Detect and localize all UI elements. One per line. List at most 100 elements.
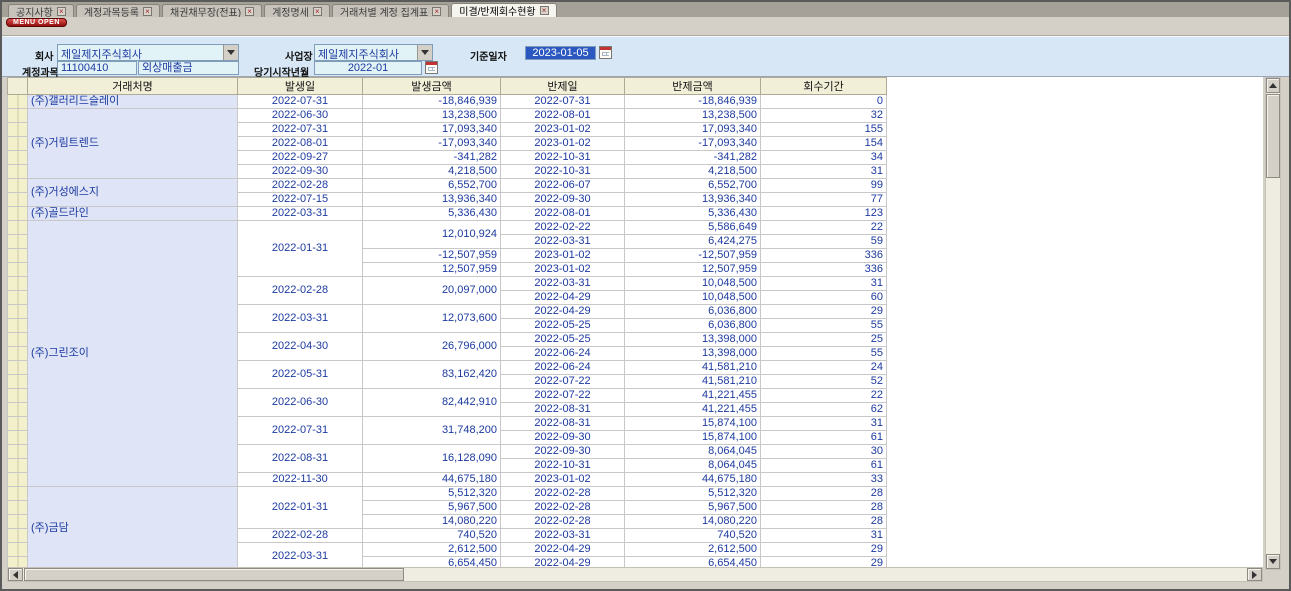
row-header-cell[interactable] [8,207,28,221]
collection-days-cell[interactable]: 32 [761,109,887,123]
row-header-cell[interactable] [8,193,28,207]
settle-date-cell[interactable]: 2022-08-01 [501,109,625,123]
settle-amount-cell[interactable]: 41,221,455 [625,389,761,403]
settle-date-cell[interactable]: 2022-10-31 [501,165,625,179]
row-header-cell[interactable] [8,361,28,375]
occur-date-cell[interactable]: 2022-06-30 [238,389,363,417]
settle-date-cell[interactable]: 2022-02-28 [501,487,625,501]
settle-amount-cell[interactable]: 41,581,210 [625,375,761,389]
row-header-cell[interactable] [8,501,28,515]
settle-date-cell[interactable]: 2022-09-30 [501,193,625,207]
row-header-cell[interactable] [8,277,28,291]
occur-date-cell[interactable]: 2022-02-28 [238,179,363,193]
row-header-cell[interactable] [8,221,28,235]
column-header-4[interactable]: 반제일 [501,78,625,95]
tab-4[interactable]: 계정명세× [264,4,330,17]
settle-amount-cell[interactable]: 15,874,100 [625,431,761,445]
occur-amount-cell[interactable]: 17,093,340 [363,123,501,137]
settle-date-cell[interactable]: 2023-01-02 [501,473,625,487]
column-header-2[interactable]: 발생일 [238,78,363,95]
tab-2[interactable]: 계정과목등록× [76,4,160,17]
row-header-cell[interactable] [8,249,28,263]
row-header-cell[interactable] [8,319,28,333]
row-header-cell[interactable] [8,123,28,137]
row-header-cell[interactable] [8,109,28,123]
settle-amount-cell[interactable]: 17,093,340 [625,123,761,137]
occur-amount-cell[interactable]: 740,520 [363,529,501,543]
settle-date-cell[interactable]: 2022-07-22 [501,375,625,389]
tab-close-icon[interactable]: × [57,7,66,16]
occur-amount-cell[interactable]: -18,846,939 [363,95,501,109]
collection-days-cell[interactable]: 34 [761,151,887,165]
collection-days-cell[interactable]: 22 [761,221,887,235]
occur-date-cell[interactable]: 2022-08-01 [238,137,363,151]
settle-amount-cell[interactable]: 8,064,045 [625,445,761,459]
collection-days-cell[interactable]: 154 [761,137,887,151]
settle-amount-cell[interactable]: 5,967,500 [625,501,761,515]
row-header-cell[interactable] [8,487,28,501]
settle-amount-cell[interactable]: 5,336,430 [625,207,761,221]
settle-date-cell[interactable]: 2022-10-31 [501,151,625,165]
row-header-cell[interactable] [8,529,28,543]
vertical-scrollbar[interactable] [1265,77,1281,570]
horizontal-scrollbar[interactable] [7,567,1263,582]
settle-date-cell[interactable]: 2022-07-22 [501,389,625,403]
row-header-cell[interactable] [8,179,28,193]
customer-cell[interactable]: (주)거림트렌드 [28,109,238,179]
row-header-cell[interactable] [8,291,28,305]
customer-cell[interactable]: (주)금담 [28,487,238,571]
settle-amount-cell[interactable]: 4,218,500 [625,165,761,179]
settle-date-cell[interactable]: 2023-01-02 [501,249,625,263]
occur-amount-cell[interactable]: 4,218,500 [363,165,501,179]
row-header-cell[interactable] [8,263,28,277]
occur-amount-cell[interactable]: -17,093,340 [363,137,501,151]
base-date-input[interactable]: 2023-01-05 [525,46,596,60]
settle-date-cell[interactable]: 2022-05-25 [501,319,625,333]
settle-date-cell[interactable]: 2022-03-31 [501,235,625,249]
settle-date-cell[interactable]: 2023-01-02 [501,123,625,137]
column-header-6[interactable]: 회수기간 [761,78,887,95]
collection-days-cell[interactable]: 31 [761,165,887,179]
collection-days-cell[interactable]: 24 [761,361,887,375]
occur-amount-cell[interactable]: -12,507,959 [363,249,501,263]
customer-cell[interactable]: (주)거성에스지 [28,179,238,207]
occur-amount-cell[interactable]: 12,010,924 [363,221,501,249]
settle-amount-cell[interactable]: 6,036,800 [625,319,761,333]
occur-date-cell[interactable]: 2022-03-31 [238,543,363,571]
scroll-right-button[interactable] [1247,568,1262,581]
column-header-3[interactable]: 발생금액 [363,78,501,95]
scroll-down-button[interactable] [1266,554,1280,569]
collection-days-cell[interactable]: 22 [761,389,887,403]
settle-amount-cell[interactable]: 740,520 [625,529,761,543]
collection-days-cell[interactable]: 0 [761,95,887,109]
collection-days-cell[interactable]: 336 [761,249,887,263]
collection-days-cell[interactable]: 31 [761,529,887,543]
settle-amount-cell[interactable]: 6,424,275 [625,235,761,249]
row-header-cell[interactable] [8,459,28,473]
row-header-cell[interactable] [8,515,28,529]
scroll-left-button[interactable] [8,568,23,581]
row-header-cell[interactable] [8,347,28,361]
occur-date-cell[interactable]: 2022-02-28 [238,529,363,543]
settle-date-cell[interactable]: 2022-04-29 [501,305,625,319]
settle-date-cell[interactable]: 2022-06-24 [501,347,625,361]
occur-amount-cell[interactable]: 6,552,700 [363,179,501,193]
occur-date-cell[interactable]: 2022-05-31 [238,361,363,389]
row-header-cell[interactable] [8,95,28,109]
collection-days-cell[interactable]: 28 [761,487,887,501]
collection-days-cell[interactable]: 62 [761,403,887,417]
occur-amount-cell[interactable]: 26,796,000 [363,333,501,361]
tab-1[interactable]: 공지사항× [8,4,74,17]
scroll-up-button[interactable] [1266,78,1280,93]
settle-amount-cell[interactable]: 2,612,500 [625,543,761,557]
tab-6[interactable]: 미결/반제회수현황× [451,3,556,17]
settle-amount-cell[interactable]: 41,221,455 [625,403,761,417]
row-header-cell[interactable] [8,403,28,417]
tab-close-icon[interactable]: × [313,7,322,16]
collection-days-cell[interactable]: 52 [761,375,887,389]
customer-cell[interactable]: (주)그린조이 [28,221,238,487]
occur-amount-cell[interactable]: 5,336,430 [363,207,501,221]
settle-date-cell[interactable]: 2022-03-31 [501,529,625,543]
occur-date-cell[interactable]: 2022-03-31 [238,305,363,333]
row-header-cell[interactable] [8,165,28,179]
